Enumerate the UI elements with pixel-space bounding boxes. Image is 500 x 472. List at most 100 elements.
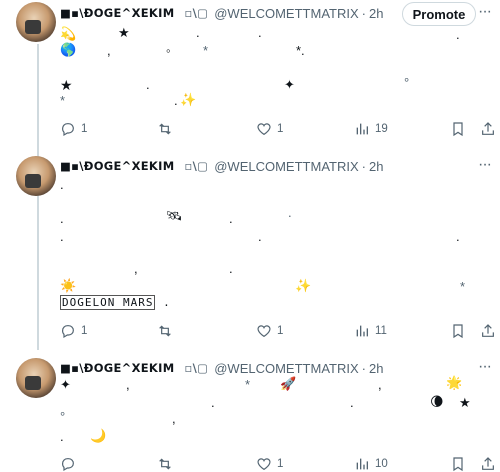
dot-glyph: . (456, 27, 460, 42)
repost-button[interactable] (157, 323, 178, 339)
post-time[interactable]: 2h (369, 6, 383, 21)
dot-glyph: . (258, 25, 262, 40)
post-header: ■▪\ÐOGE^XEKIM ▫\▢ @WELCOMETTMATRIX · 2h (60, 358, 383, 378)
more-options-icon[interactable]: ··· (478, 156, 492, 174)
share-button[interactable] (480, 323, 496, 339)
promote-button[interactable]: Promote (402, 2, 476, 26)
share-icon (482, 457, 494, 470)
share-icon (482, 324, 494, 337)
like-button[interactable]: 1 (256, 323, 283, 339)
views-icon (356, 123, 368, 135)
post[interactable]: ■▪\ÐOGE^XEKIM ▫\▢ @WELCOMETTMATRIX · 2h … (0, 348, 500, 472)
bookmark-button[interactable] (450, 121, 466, 137)
repost-icon (159, 325, 171, 337)
bookmark-icon (453, 324, 463, 339)
dot-glyph: . (60, 211, 64, 226)
sparkle-glyph: ✦ (60, 377, 71, 392)
banner-tail: . (163, 296, 171, 309)
dot-glyph: . (174, 93, 178, 108)
dot-glyph: . (146, 77, 150, 92)
bookmark-button[interactable] (450, 323, 466, 339)
author-name[interactable]: ■▪\ÐOGE^XEKIM (60, 361, 174, 375)
bookmark-icon (453, 457, 463, 472)
dot-glyph: . (60, 429, 64, 444)
asterisk-glyph: * (203, 43, 209, 58)
views-count: 11 (375, 325, 387, 337)
like-button[interactable]: 1 (256, 121, 283, 137)
views-button[interactable]: 19 (354, 121, 388, 137)
banner-text: DOGELON MARS (60, 295, 156, 310)
views-button[interactable]: 10 (354, 456, 388, 472)
reply-button[interactable]: 1 (60, 121, 87, 137)
post-time[interactable]: 2h (369, 159, 383, 174)
dot-glyph: . (60, 177, 64, 192)
reply-count: 1 (81, 123, 88, 135)
heart-icon (257, 123, 271, 136)
author-handle[interactable]: @WELCOMETTMATRIX (214, 361, 358, 376)
author-handle[interactable]: @WELCOMETTMATRIX (214, 6, 358, 21)
author-box-mark: ▫\▢ (184, 361, 209, 375)
action-bar: 1 1 19 (60, 121, 500, 137)
dot-glyph: . (229, 261, 233, 276)
author-box-mark: ▫\▢ (184, 6, 209, 20)
post[interactable]: ■▪\ÐOGE^XEKIM ▫\▢ @WELCOMETTMATRIX · 2h … (0, 150, 500, 348)
repost-button[interactable] (157, 456, 178, 472)
comet-emoji: 💫 (60, 27, 77, 42)
views-button[interactable]: 11 (354, 323, 387, 339)
dot-glyph: . (288, 205, 292, 220)
repost-button[interactable] (157, 121, 178, 137)
share-button[interactable] (480, 121, 496, 137)
avatar[interactable] (16, 156, 56, 196)
share-button[interactable] (480, 456, 496, 472)
post-header: ■▪\ÐOGE^XEKIM ▫\▢ @WELCOMETTMATRIX · 2h (60, 3, 383, 23)
rocket-emoji: 🚀 (280, 377, 297, 392)
author-handle[interactable]: @WELCOMETTMATRIX (214, 159, 358, 174)
comma-glyph: , (126, 377, 130, 392)
reply-count: 1 (81, 325, 88, 337)
heart-icon (257, 458, 271, 471)
globe-emoji: 🌎 (60, 43, 77, 58)
asterisk-glyph: * (60, 93, 66, 108)
views-count: 19 (375, 123, 388, 135)
moon-emoji: 🌘 (430, 395, 444, 410)
small-circle-glyph: ◦ (166, 43, 171, 58)
crescent-moon-emoji: 🌙 (90, 429, 107, 444)
reply-icon (62, 325, 74, 339)
heart-icon (257, 325, 271, 338)
author-name[interactable]: ■▪\ÐOGE^XEKIM (60, 6, 174, 20)
reply-button[interactable] (60, 456, 81, 472)
star-glyph: ★ (60, 77, 73, 93)
dot-glyph: . (196, 25, 200, 40)
bookmark-button[interactable] (450, 456, 466, 472)
share-icon (482, 122, 494, 135)
more-options-icon[interactable]: ··· (478, 358, 492, 376)
star-glyph: ★ (118, 25, 130, 40)
star-glyph: ★ (459, 395, 471, 410)
separator-dot: · (361, 5, 366, 21)
like-count: 1 (277, 458, 284, 470)
like-count: 1 (277, 123, 284, 135)
action-bar: 1 10 (60, 456, 500, 472)
avatar[interactable] (16, 2, 56, 42)
sparkle-glyph: ✦ (284, 77, 295, 92)
glowing-star-emoji: 🌟 (446, 376, 463, 391)
asterisk-glyph: * (245, 377, 251, 392)
post[interactable]: ■▪\ÐOGE^XEKIM ▫\▢ @WELCOMETTMATRIX · 2h … (0, 0, 500, 150)
author-name[interactable]: ■▪\ÐOGE^XEKIM (60, 159, 174, 173)
separator-dot: · (361, 158, 366, 174)
dot-glyph: . (456, 229, 460, 244)
degree-glyph: ° (404, 75, 410, 90)
like-count: 1 (277, 325, 284, 337)
reply-button[interactable]: 1 (60, 323, 87, 339)
dot-glyph: . (60, 229, 64, 244)
like-button[interactable]: 1 (256, 456, 283, 472)
post-header: ■▪\ÐOGE^XEKIM ▫\▢ @WELCOMETTMATRIX · 2h (60, 156, 383, 176)
post-time[interactable]: 2h (369, 361, 383, 376)
more-options-icon[interactable]: ··· (478, 3, 492, 21)
reply-icon (62, 458, 74, 472)
dot-glyph: . (211, 395, 215, 410)
action-bar: 1 1 11 (60, 323, 500, 339)
avatar[interactable] (16, 358, 56, 398)
asterisk-dot-glyph: *. (296, 43, 305, 58)
satellite-emoji: 🛰 (166, 209, 183, 224)
